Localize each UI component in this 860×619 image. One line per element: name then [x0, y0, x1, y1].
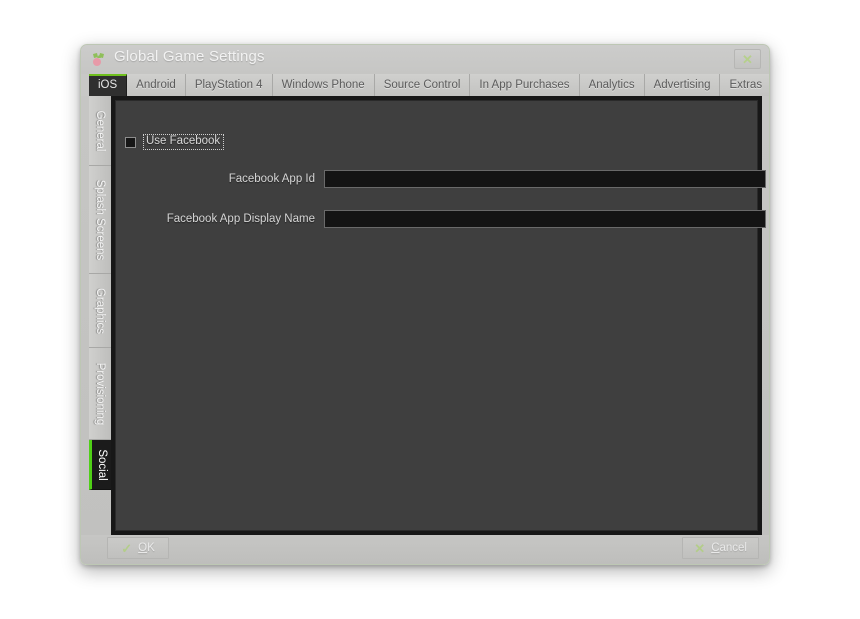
platform-tab-in-app-purchases[interactable]: In App Purchases [470, 74, 580, 96]
facebook-app-id-label: Facebook App Id [228, 173, 315, 185]
cross-icon: ✕ [694, 540, 706, 556]
facebook-app-display-name-label: Facebook App Display Name [166, 213, 315, 225]
side-tab-label: General [94, 110, 106, 151]
close-button[interactable]: ✕ [734, 49, 761, 69]
social-settings-panel: Use Facebook Facebook App Id Facebook Ap… [111, 96, 766, 535]
platform-tab-ios[interactable]: iOS [89, 74, 128, 96]
side-tab-label: Social [95, 448, 108, 481]
platform-tab-extras[interactable]: Extras [720, 74, 769, 96]
window-title: Global Game Settings [114, 48, 265, 65]
ok-button[interactable]: ✓ OK [107, 537, 169, 559]
side-tab-splash-screens[interactable]: Splash Screens [89, 166, 111, 274]
app-logo-icon [93, 53, 104, 66]
side-tab-provisioning[interactable]: Provisioning [89, 348, 111, 440]
facebook-app-display-name-row: Facebook App Display Name [125, 210, 767, 228]
side-tab-label: Splash Screens [94, 179, 106, 260]
use-facebook-label[interactable]: Use Facebook [143, 134, 225, 150]
cancel-accel-char: C [711, 542, 720, 554]
dialog-footer: ✓ OK ✕ Cancel [81, 535, 769, 564]
use-facebook-checkbox[interactable] [125, 136, 136, 148]
platform-tab-advertising[interactable]: Advertising [644, 74, 721, 96]
side-tab-label: Provisioning [94, 362, 106, 425]
facebook-app-id-input[interactable] [324, 170, 766, 188]
facebook-app-display-name-input[interactable] [324, 210, 766, 228]
close-icon: ✕ [742, 51, 753, 67]
platform-tab-playstation-4[interactable]: PlayStation 4 [185, 74, 273, 96]
ok-button-label: OK [138, 542, 155, 554]
platform-tab-windows-phone[interactable]: Windows Phone [272, 74, 375, 96]
category-side-tabs: General Splash Screens Graphics Provisionin… [89, 96, 111, 490]
use-facebook-row: Use Facebook [125, 134, 225, 150]
side-tab-graphics[interactable]: Graphics [89, 274, 111, 348]
ok-accel-char: O [138, 542, 148, 554]
title-bar: Global Game Settings ✕ [81, 45, 769, 74]
cancel-button-label: Cancel [711, 542, 747, 554]
platform-tab-source-control[interactable]: Source Control [374, 74, 471, 96]
window-body: General Splash Screens Graphics Provisionin… [81, 96, 769, 535]
platform-tab-strip: iOS Android PlayStation 4 Windows Phone Sour… [81, 74, 769, 96]
side-tab-general[interactable]: General [89, 96, 111, 166]
cancel-button[interactable]: ✕ Cancel [682, 537, 759, 559]
platform-tab-analytics[interactable]: Analytics [579, 74, 645, 96]
side-tab-social[interactable]: Social [89, 440, 111, 490]
cancel-label-rest: ancel [719, 542, 748, 554]
global-game-settings-window: Global Game Settings ✕ iOS Android PlaySta… [80, 44, 770, 565]
platform-tab-android[interactable]: Android [127, 74, 186, 96]
ok-label-rest: K [147, 542, 155, 554]
checkmark-icon: ✓ [121, 540, 133, 556]
side-tab-label: Graphics [94, 287, 106, 334]
facebook-app-id-row: Facebook App Id [125, 170, 767, 188]
